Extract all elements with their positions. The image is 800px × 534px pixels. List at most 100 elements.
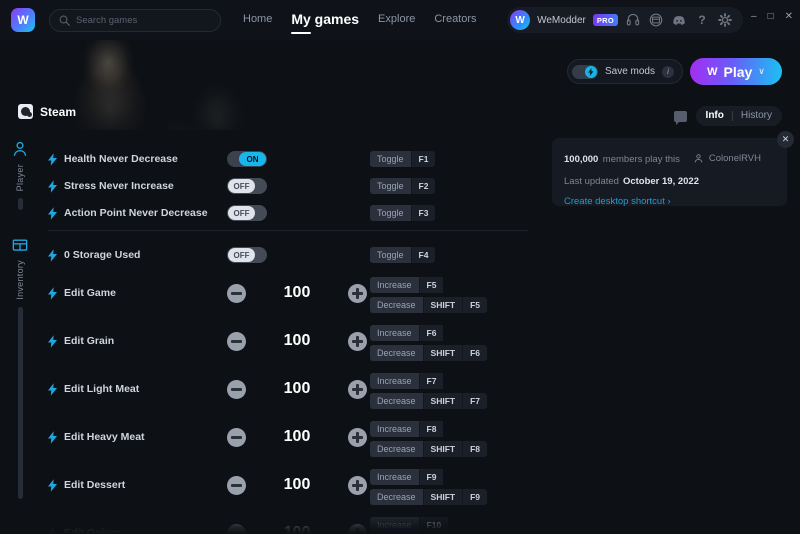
- rail-group-player[interactable]: Player: [0, 140, 40, 211]
- rail-group-inventory[interactable]: Inventory: [0, 236, 40, 499]
- hotkey-modifier: SHIFT: [422, 345, 463, 361]
- game-info-card: 100,000 members play this ColonelRVH Las…: [552, 138, 787, 207]
- hotkey-row-decrease[interactable]: Decrease SHIFT F6: [370, 345, 488, 361]
- hotkey-modifier: SHIFT: [422, 297, 463, 313]
- gear-icon[interactable]: [717, 12, 733, 28]
- hotkey-row-increase[interactable]: Increase F8: [370, 421, 487, 437]
- hotkey-row-increase[interactable]: Increase F9: [370, 469, 487, 485]
- cheat-row-edit-grain[interactable]: Edit Grain 100 Increase F6 Decrease SHIF…: [40, 324, 530, 361]
- nav-item-my-games[interactable]: My games: [291, 11, 359, 34]
- increment-button[interactable]: [347, 283, 367, 303]
- play-button[interactable]: W Play ∨: [690, 58, 782, 85]
- increment-button[interactable]: [347, 523, 367, 534]
- nav-item-home[interactable]: Home: [243, 13, 272, 27]
- hotkey-group: Increase F7 Decrease SHIFT F7: [370, 373, 488, 409]
- cheat-toggle[interactable]: ON: [227, 151, 267, 167]
- cheat-row-edit-dessert[interactable]: Edit Dessert 100 Increase F9 Decrease SH…: [40, 468, 530, 505]
- create-desktop-shortcut-link[interactable]: Create desktop shortcut ›: [564, 196, 775, 207]
- maximize-button[interactable]: □: [768, 12, 774, 22]
- hotkey-row-increase[interactable]: Increase F7: [370, 373, 487, 389]
- increment-button[interactable]: [347, 331, 367, 351]
- decrement-button[interactable]: [227, 427, 246, 447]
- hotkey-row-decrease[interactable]: Decrease SHIFT F9: [370, 489, 488, 505]
- hotkey-row-decrease[interactable]: Decrease SHIFT F8: [370, 441, 488, 457]
- hotkey-row-decrease[interactable]: Decrease SHIFT F7: [370, 393, 488, 409]
- platform-label: Steam: [40, 104, 77, 119]
- cheat-row-edit-onium[interactable]: Edit Onium 100 Increase F10 Decrease SHI…: [40, 516, 530, 534]
- save-mods-toggle[interactable]: Save mods i: [566, 59, 683, 84]
- hotkey-row-increase[interactable]: Increase F5: [370, 277, 487, 293]
- increment-button[interactable]: [347, 427, 367, 447]
- close-info-card-button[interactable]: ✕: [777, 131, 794, 148]
- play-label: Play: [723, 63, 753, 80]
- tab-history[interactable]: History: [733, 106, 780, 126]
- info-history-controls: Info History: [673, 106, 782, 126]
- save-mods-switch[interactable]: [571, 64, 598, 79]
- increment-button[interactable]: [347, 475, 367, 495]
- hotkey-key: F8: [418, 421, 444, 437]
- comment-icon[interactable]: [673, 110, 687, 125]
- hotkey-action: Toggle: [370, 178, 411, 194]
- bolt-icon: [48, 206, 57, 220]
- notes-icon[interactable]: [648, 12, 664, 28]
- hotkey-key: F7: [462, 393, 488, 409]
- cheat-row-edit-light-meat[interactable]: Edit Light Meat 100 Increase F7 Decrease…: [40, 372, 530, 409]
- hotkey-row[interactable]: Toggle F4: [370, 247, 436, 263]
- cheat-toggle[interactable]: OFF: [227, 247, 267, 263]
- members-count: 100,000: [564, 154, 599, 165]
- help-icon[interactable]: ?: [694, 12, 710, 28]
- hotkey-action: Increase: [370, 373, 419, 389]
- discord-icon[interactable]: [671, 12, 687, 28]
- cheat-row-0-storage-used[interactable]: 0 Storage Used OFF Toggle F4: [40, 242, 530, 268]
- cheat-toggle[interactable]: OFF: [227, 178, 267, 194]
- tab-info[interactable]: Info: [698, 106, 732, 126]
- hotkey-action: Increase: [370, 469, 419, 485]
- headset-icon[interactable]: [625, 12, 641, 28]
- hotkey-key: F5: [418, 277, 444, 293]
- main-nav: Home My games Explore Creators: [243, 0, 477, 40]
- decrement-button[interactable]: [227, 331, 246, 351]
- info-icon[interactable]: i: [662, 65, 674, 78]
- account-pill[interactable]: W WeModder PRO ?: [507, 7, 743, 33]
- nav-item-creators[interactable]: Creators: [434, 13, 476, 27]
- cheat-row-stress-never-increase[interactable]: Stress Never Increase OFF Toggle F2: [40, 173, 530, 199]
- hotkey-key: F9: [462, 489, 488, 505]
- cheat-label: Action Point Never Decrease: [64, 207, 208, 219]
- cheat-row-edit-heavy-meat[interactable]: Edit Heavy Meat 100 Increase F8 Decrease…: [40, 420, 530, 457]
- svg-text:?: ?: [698, 13, 705, 27]
- value-stepper: 100: [227, 331, 367, 351]
- updated-date: October 19, 2022: [622, 176, 699, 187]
- author-block[interactable]: ColonelRVH: [693, 153, 761, 164]
- wemod-logo[interactable]: W: [11, 8, 35, 32]
- decrement-button[interactable]: [227, 283, 246, 303]
- steam-icon: [18, 104, 33, 119]
- hotkey-row-decrease[interactable]: Decrease SHIFT F5: [370, 297, 488, 313]
- decrement-button[interactable]: [227, 523, 246, 534]
- hotkey-group: Increase F5 Decrease SHIFT F5: [370, 277, 488, 313]
- hotkey-row[interactable]: Toggle F3: [370, 205, 436, 221]
- minimize-button[interactable]: –: [751, 12, 757, 22]
- inventory-icon: [12, 239, 28, 251]
- increment-button[interactable]: [347, 379, 367, 399]
- cheat-label: Edit Dessert: [64, 479, 126, 491]
- value-stepper: 100: [227, 475, 367, 495]
- hotkey-row-increase[interactable]: Increase F10: [370, 517, 492, 533]
- cheat-toggle[interactable]: OFF: [227, 205, 267, 221]
- hotkey-row-increase[interactable]: Increase F6: [370, 325, 487, 341]
- cheat-row-action-point-never-decrease[interactable]: Action Point Never Decrease OFF Toggle F…: [40, 200, 530, 226]
- nav-item-explore[interactable]: Explore: [378, 13, 415, 27]
- player-icon: [13, 141, 27, 156]
- hotkey-row[interactable]: Toggle F1: [370, 151, 436, 167]
- cheat-row-health-never-decrease[interactable]: Health Never Decrease ON Toggle F1: [40, 146, 530, 172]
- hotkey-row[interactable]: Toggle F2: [370, 178, 436, 194]
- cheat-row-edit-game[interactable]: Edit Game 100 Increase F5 Decrease SHIFT…: [40, 276, 530, 313]
- bolt-icon: [48, 286, 57, 300]
- cheat-label: Edit Heavy Meat: [64, 431, 145, 443]
- chevron-down-icon[interactable]: ∨: [758, 66, 765, 77]
- wemod-app-window: W Search games Home My games Explore Cre…: [0, 0, 800, 534]
- decrement-button[interactable]: [227, 475, 246, 495]
- search-input[interactable]: Search games: [49, 8, 221, 32]
- decrement-button[interactable]: [227, 379, 246, 399]
- close-button[interactable]: ✕: [785, 12, 793, 22]
- info-history-tabs: Info History: [695, 106, 782, 126]
